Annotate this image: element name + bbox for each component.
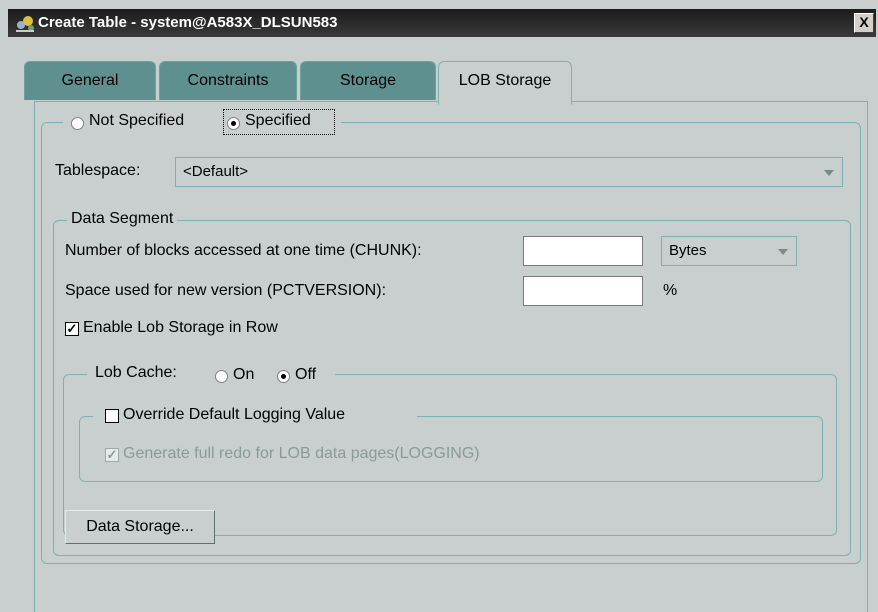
lob-cache-on-label[interactable]: On xyxy=(233,366,254,384)
tablespace-label: Tablespace: xyxy=(55,162,141,179)
specified-focus-outline xyxy=(223,109,335,135)
pctversion-label: Space used for new version (PCTVERSION): xyxy=(65,282,387,299)
override-logging-label[interactable]: Override Default Logging Value xyxy=(123,406,345,424)
enable-in-row-label[interactable]: Enable Lob Storage in Row xyxy=(83,319,278,337)
window-title: Create Table - system@A583X_DLSUN583 xyxy=(38,14,338,31)
data-segment-title: Data Segment xyxy=(67,210,178,228)
tab-lob-storage[interactable]: LOB Storage xyxy=(438,61,572,105)
not-specified-label[interactable]: Not Specified xyxy=(89,112,184,130)
lob-cache-off-label[interactable]: Off xyxy=(295,366,316,384)
enable-in-row-checkbox[interactable]: ✓ xyxy=(65,322,79,336)
tablespace-select[interactable]: <Default> xyxy=(175,157,843,187)
generate-redo-label: Generate full redo for LOB data pages(LO… xyxy=(123,445,480,462)
lob-storage-panel: Not Specified Specified Tablespace: <Def… xyxy=(34,101,868,612)
tab-storage[interactable]: Storage xyxy=(300,61,436,100)
chunk-unit-select[interactable]: Bytes xyxy=(661,236,797,266)
create-table-dialog: Create Table - system@A583X_DLSUN583 X G… xyxy=(8,9,876,612)
pctversion-unit: % xyxy=(663,282,678,299)
lob-cache-off-radio[interactable] xyxy=(277,370,290,383)
lob-cache-on-radio[interactable] xyxy=(215,370,228,383)
close-icon[interactable]: X xyxy=(854,13,874,33)
chunk-input[interactable] xyxy=(523,236,643,266)
tab-constraints[interactable]: Constraints xyxy=(159,61,297,100)
pctversion-input[interactable] xyxy=(523,276,643,306)
chunk-label: Number of blocks accessed at one time (C… xyxy=(65,242,422,259)
chevron-down-icon xyxy=(778,249,788,255)
override-logging-checkbox[interactable] xyxy=(105,409,119,423)
data-storage-button[interactable]: Data Storage... xyxy=(65,510,215,544)
chunk-unit-value: Bytes xyxy=(669,242,707,259)
not-specified-radio[interactable] xyxy=(71,117,84,130)
title-bar[interactable]: Create Table - system@A583X_DLSUN583 X xyxy=(8,9,876,37)
lob-cache-label: Lob Cache: xyxy=(95,364,177,381)
tab-general[interactable]: General xyxy=(24,61,156,100)
app-icon xyxy=(16,16,34,32)
chevron-down-icon xyxy=(824,170,834,176)
generate-redo-checkbox: ✓ xyxy=(105,447,119,462)
tablespace-value: <Default> xyxy=(183,163,249,180)
